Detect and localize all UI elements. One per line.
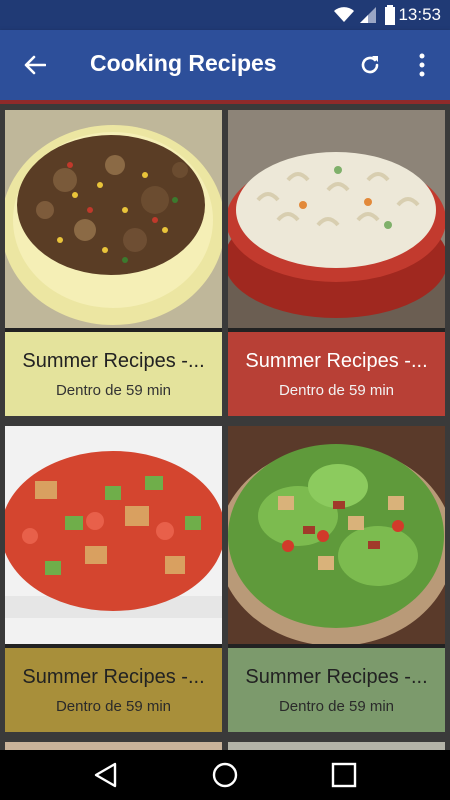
more-options-button[interactable] — [402, 45, 442, 85]
recipe-card[interactable]: Summer Recipes -... Dentro de 59 min — [5, 426, 222, 732]
recipe-photo — [228, 110, 445, 328]
recipe-name: Summer Recipes -... — [22, 666, 205, 688]
recipe-caption: Summer Recipes -... Dentro de 59 min — [228, 332, 445, 416]
recipe-grid[interactable]: Summer Recipes -... Dentro de 59 min Sum… — [0, 104, 450, 750]
refresh-button[interactable] — [350, 45, 390, 85]
app-bar: Cooking Recipes — [0, 30, 450, 100]
wifi-icon — [334, 7, 354, 22]
recipe-time: Dentro de 59 min — [55, 698, 172, 715]
app-title: Cooking Recipes — [90, 50, 277, 76]
square-recents-icon — [331, 762, 357, 788]
nav-back-button[interactable] — [85, 755, 125, 795]
recipe-photo — [5, 110, 222, 328]
recipe-card[interactable]: Summer Recipes -... Dentro de 59 min — [5, 110, 222, 416]
recipe-time: Dentro de 59 min — [278, 698, 395, 715]
recipe-name: Summer Recipes -... — [22, 350, 205, 372]
signal-icon — [360, 7, 376, 23]
recipe-time: Dentro de 59 min — [55, 382, 172, 399]
status-bar: 13:53 — [0, 0, 450, 30]
back-button[interactable] — [15, 45, 55, 85]
recipe-caption: Summer Recipes -... Dentro de 59 min — [5, 648, 222, 732]
nav-home-button[interactable] — [205, 755, 245, 795]
recipe-caption: Summer Recipes -... Dentro de 59 min — [228, 648, 445, 732]
recipe-card[interactable]: Summer Recipes -... Dentro de 59 min — [228, 426, 445, 732]
navigation-bar — [0, 750, 450, 800]
recipe-photo — [228, 426, 445, 644]
battery-icon — [385, 5, 395, 25]
circle-home-icon — [212, 762, 238, 788]
recipe-card[interactable] — [228, 742, 445, 750]
recipe-time: Dentro de 59 min — [278, 382, 395, 399]
recipe-name: Summer Recipes -... — [245, 350, 428, 372]
refresh-icon — [361, 56, 379, 74]
arrow-back-icon — [24, 55, 46, 75]
more-vert-icon — [419, 53, 425, 77]
recipe-name: Summer Recipes -... — [245, 666, 428, 688]
recipe-card[interactable] — [5, 742, 222, 750]
recipe-card[interactable]: Summer Recipes -... Dentro de 59 min — [228, 110, 445, 416]
status-time: 13:53 — [398, 5, 441, 24]
triangle-back-icon — [94, 762, 117, 788]
recipe-caption: Summer Recipes -... Dentro de 59 min — [5, 332, 222, 416]
recipe-photo — [5, 426, 222, 644]
nav-recents-button[interactable] — [324, 755, 364, 795]
